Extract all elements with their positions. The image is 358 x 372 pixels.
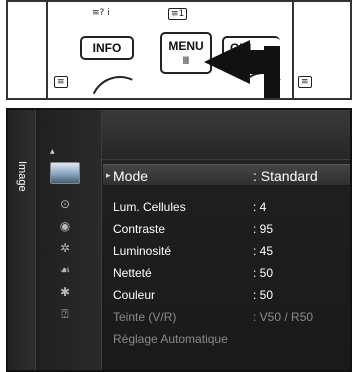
menu-row-couleur[interactable]: Couleur : 50	[103, 284, 350, 306]
menu-row-value: : Standard	[253, 168, 318, 184]
menu-row-value: : 45	[253, 244, 274, 258]
channel-icon[interactable]: ◉	[56, 218, 74, 234]
menu-row-label: Lum. Cellules	[113, 200, 186, 214]
menu-row-mode[interactable]: ▸ Mode : Standard	[103, 164, 350, 186]
menu-row-label: Réglage Automatique	[113, 332, 228, 346]
menu-row-value: : V50 / R50	[253, 310, 314, 324]
selection-caret-icon: ▸	[106, 171, 111, 181]
remote-right-edge	[292, 2, 294, 98]
category-sidebar: Image	[8, 110, 36, 370]
menu-row-label: Couleur	[113, 288, 156, 302]
menu-row-value: : 4	[253, 200, 267, 214]
support-icon[interactable]: ⍰	[56, 306, 74, 322]
remote-illustration: ≡? i ≡1 INFO MENU Ⅲ GUI ≡ ≡	[6, 0, 352, 145]
tools-left-icon: ≡	[54, 76, 68, 88]
menu-row-label: Contraste	[113, 222, 166, 236]
scroll-up-icon[interactable]: ▲	[50, 148, 55, 155]
menu-row-value: : 50	[253, 288, 274, 302]
menu-row-value: : 95	[253, 222, 274, 236]
input-icon[interactable]: ☙	[56, 262, 74, 278]
info-caption-icon: ≡? i	[92, 8, 110, 18]
remote-divider	[8, 98, 350, 100]
menu-caption-icon: ≡1	[168, 8, 188, 20]
sound-icon[interactable]: ⊙	[56, 196, 74, 212]
menu-row-luminosite[interactable]: Luminosité : 45	[103, 240, 350, 262]
category-label: Image	[16, 160, 28, 192]
remote-left-edge	[46, 2, 48, 98]
menu-row-label: Teinte (V/R)	[113, 310, 177, 324]
menu-row-teinte[interactable]: Teinte (V/R) : V50 / R50	[103, 306, 350, 328]
menu-row-label: Netteté	[113, 266, 152, 280]
menu-button-label: MENU	[168, 39, 204, 53]
info-button[interactable]: INFO	[80, 36, 134, 60]
application-icon[interactable]: ✱	[56, 284, 74, 300]
menu-row-nettete[interactable]: Netteté : 50	[103, 262, 350, 284]
tools-right-icon: ≡	[298, 76, 312, 88]
menu-row-lum-cellules[interactable]: Lum. Cellules : 4	[103, 196, 350, 218]
picture-icon[interactable]	[50, 162, 80, 184]
info-button-label: INFO	[92, 41, 122, 55]
menu-row-label: Mode	[113, 168, 149, 184]
tv-menu-panel: Image ▲ ▼ ⊙ ◉ ✲ ☙ ✱ ⍰ ▸ Mode : Standard …	[6, 108, 352, 372]
setup-icon[interactable]: ✲	[56, 240, 74, 256]
menu-row-label: Luminosité	[113, 244, 172, 258]
menu-row-contraste[interactable]: Contraste : 95	[103, 218, 350, 240]
menu-grid-icon: Ⅲ	[182, 56, 190, 67]
menu-row-reglage-automatique[interactable]: Réglage Automatique	[103, 328, 350, 350]
menu-row-value: : 50	[253, 266, 274, 280]
pointer-arrow-stem	[264, 46, 280, 100]
